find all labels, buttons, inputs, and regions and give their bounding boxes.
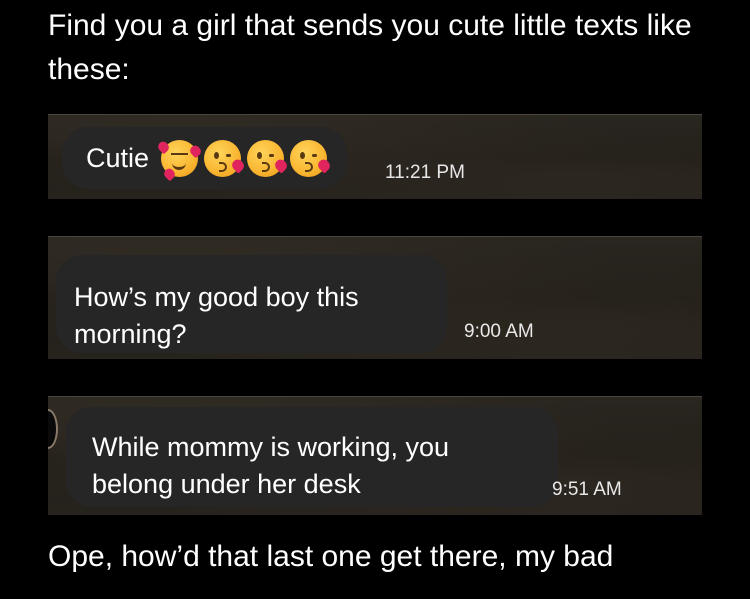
message-bubble[interactable]: How’s my good boy this morning? xyxy=(56,255,447,353)
message-bubble[interactable]: While mommy is working, you belong under… xyxy=(66,407,558,507)
message-text: Cutie xyxy=(86,142,150,173)
message-text: While mommy is working, you belong under… xyxy=(92,432,450,499)
message-timestamp: 9:51 AM xyxy=(552,479,622,500)
message-bubble[interactable]: Cutie xyxy=(62,127,348,189)
meme-caption-top: Find you a girl that sends you cute litt… xyxy=(48,9,692,86)
avatar xyxy=(48,409,58,449)
kissing-heart-emoji-icon xyxy=(204,139,247,177)
message-text: How’s my good boy this morning? xyxy=(74,282,359,349)
message-screenshot-2: How’s my good boy this morning? 9:00 AM xyxy=(48,236,702,359)
meme-caption-bottom: Ope, how’d that last one get there, my b… xyxy=(48,540,614,573)
smiling-face-with-hearts-emoji-icon xyxy=(156,139,203,181)
kissing-heart-emoji-icon xyxy=(247,139,290,177)
message-screenshot-3: While mommy is working, you belong under… xyxy=(48,396,702,515)
kissing-heart-emoji-icon xyxy=(290,139,333,177)
message-timestamp: 9:00 AM xyxy=(464,321,534,342)
message-screenshot-1: Cutie 11:21 PM xyxy=(48,114,702,199)
message-timestamp: 11:21 PM xyxy=(385,162,465,183)
